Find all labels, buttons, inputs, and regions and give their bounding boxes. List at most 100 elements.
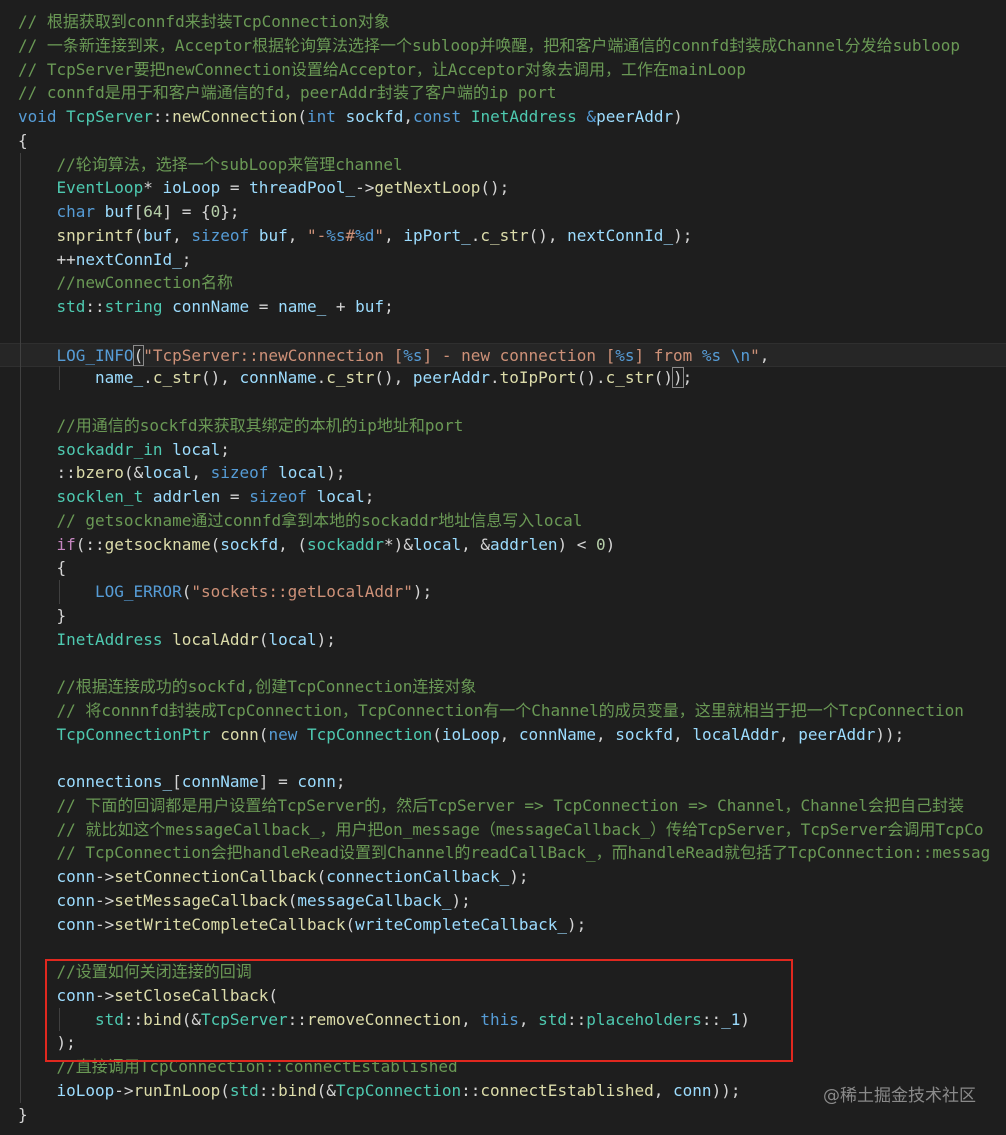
code-token: -> (114, 1080, 134, 1100)
code-line[interactable]: sockaddr_in local; (0, 438, 1006, 462)
code-line[interactable]: // 就比如这个messageCallback_，用户把on_message（m… (0, 818, 1006, 842)
code-token: toIpPort (499, 368, 577, 388)
code-token: ); (412, 582, 433, 601)
indent-guide (20, 1055, 21, 1079)
indent-guide (20, 936, 21, 960)
indent-guide (20, 508, 21, 533)
code-token: ); (567, 914, 587, 934)
code-line[interactable]: void TcpServer::newConnection(int sockfd… (0, 105, 1006, 129)
code-token: newConnection (172, 107, 298, 126)
code-line[interactable]: //轮询算法，选择一个subLoop来管理channel (0, 153, 1006, 177)
code-editor[interactable]: // 根据获取到connfd来封装TcpConnection对象 // 一条新连接… (0, 0, 1006, 1135)
code-token: ) (740, 1009, 751, 1029)
code-line[interactable]: { (0, 556, 1006, 580)
code-token: local (412, 534, 462, 554)
code-line[interactable]: // 根据获取到connfd来封装TcpConnection对象 (0, 10, 1006, 34)
code-line[interactable]: conn->setWriteCompleteCallback(writeComp… (0, 913, 1006, 937)
code-token: (), (374, 368, 413, 388)
code-line[interactable]: LOG_INFO("TcpServer::newConnection [%s] … (0, 342, 1006, 367)
code-line[interactable]: //newConnection名称 (0, 271, 1006, 295)
code-line[interactable]: //直接调用TcpConnection::connectEstablished (0, 1055, 1006, 1079)
code-line[interactable]: std::string connName = name_ + buf; (0, 295, 1006, 319)
code-token: ( (268, 985, 279, 1005)
code-token: , (287, 225, 307, 245)
code-line[interactable] (0, 319, 1006, 343)
code-line[interactable]: InetAddress localAddr(local); (0, 628, 1006, 652)
code-line[interactable]: // 将connnfd封装成TcpConnection，TcpConnectio… (0, 699, 1006, 723)
code-line[interactable]: socklen_t addrlen = sizeof local; (0, 485, 1006, 509)
code-line[interactable]: { (0, 129, 1006, 153)
code-line[interactable]: } (0, 604, 1006, 628)
indent-guide (58, 366, 60, 390)
code-comment: // getsockname通过connfd拿到本地的sockaddr地址信息写… (56, 510, 583, 530)
indent-guide (20, 651, 21, 675)
code-token: std (95, 1009, 124, 1029)
code-line[interactable]: name_.c_str(), connName.c_str(), peerAdd… (0, 366, 1006, 390)
code-token: & (586, 107, 597, 126)
watermark: @稀土掘金技术社区 (823, 1086, 976, 1106)
code-line[interactable]: TcpConnectionPtr conn(new TcpConnection(… (0, 723, 1006, 747)
code-line[interactable]: snprintf(buf, sizeof buf, "-%s#%d", ipPo… (0, 224, 1006, 248)
code-token: :: (287, 1009, 307, 1029)
code-line[interactable]: // 下面的回调都是用户设置给TcpServer的，然后TcpServer =>… (0, 794, 1006, 818)
code-token: :: (258, 1080, 279, 1100)
code-comment: //根据连接成功的sockfd,创建TcpConnection连接对象 (56, 677, 477, 696)
code-token: buf (104, 202, 134, 221)
code-line[interactable]: } (0, 1103, 1006, 1127)
code-line[interactable]: // getsockname通过connfd拿到本地的sockaddr地址信息写… (0, 509, 1006, 533)
code-line[interactable]: EventLoop* ioLoop = threadPool_->getNext… (0, 176, 1006, 200)
code-line[interactable]: //设置如何关闭连接的回调 (0, 960, 1006, 984)
code-line[interactable]: conn->setMessageCallback(messageCallback… (0, 889, 1006, 913)
code-token: sockfd (345, 107, 404, 126)
code-line[interactable] (0, 746, 1006, 770)
code-token: conn (673, 1080, 712, 1100)
code-token: ] from (634, 345, 702, 365)
code-token: LOG_INFO (56, 345, 134, 365)
code-line[interactable]: // connfd是用于和客户端通信的fd，peerAddr封装了客户端的ip … (0, 81, 1006, 105)
code-line[interactable]: // TcpServer要把newConnection设置给Acceptor，让… (0, 58, 1006, 82)
code-line[interactable]: std::bind(&TcpServer::removeConnection, … (0, 1008, 1006, 1032)
code-line[interactable]: ++nextConnId_; (0, 248, 1006, 272)
code-line[interactable]: conn->setConnectionCallback(connectionCa… (0, 865, 1006, 889)
code-token: bind (143, 1009, 182, 1029)
code-line[interactable] (0, 651, 1006, 675)
code-line[interactable]: //用通信的sockfd来获取其绑定的本机的ip地址和port (0, 414, 1006, 438)
code-token: peerAddr (798, 724, 876, 744)
code-line[interactable]: char buf[64] = {0}; (0, 200, 1006, 224)
indent-guide (20, 912, 21, 937)
code-token: std (56, 297, 86, 316)
code-line[interactable]: if(::getsockname(sockfd, (sockaddr*)&loc… (0, 533, 1006, 557)
indent-guide (20, 485, 21, 509)
code-line[interactable]: // 一条新连接到来，Acceptor根据轮询算法选择一个subloop并唤醒，… (0, 34, 1006, 58)
code-line[interactable]: // TcpConnection会把handleRead设置到Channel的r… (0, 841, 1006, 865)
code-token: sockaddr_in (56, 439, 163, 459)
code-token: %s (326, 225, 346, 245)
code-line[interactable]: connections_[connName] = conn; (0, 770, 1006, 794)
code-comment: //用通信的sockfd来获取其绑定的本机的ip地址和port (56, 415, 464, 435)
indent-guide (20, 746, 21, 770)
code-token: ); (451, 890, 471, 910)
code-token: ( (316, 867, 327, 886)
code-token: -> (95, 985, 115, 1005)
code-token: TcpConnection (335, 1080, 462, 1100)
code-line[interactable] (0, 390, 1006, 414)
code-token: socklen_t (56, 487, 144, 506)
indent-guide (20, 461, 21, 485)
code-line[interactable]: conn->setCloseCallback( (0, 984, 1006, 1008)
code-token: , (384, 225, 404, 245)
code-line[interactable]: ::bzero(&local, sizeof local); (0, 461, 1006, 485)
code-token: LOG_ERROR (95, 582, 182, 601)
code-line[interactable]: ); (0, 1031, 1006, 1055)
code-token: %s (615, 345, 635, 365)
code-line[interactable] (0, 936, 1006, 960)
code-line[interactable]: LOG_ERROR("sockets::getLocalAddr"); (0, 580, 1006, 604)
code-token: conn (297, 772, 336, 791)
code-line[interactable]: //根据连接成功的sockfd,创建TcpConnection连接对象 (0, 675, 1006, 699)
code-token: %d (355, 225, 375, 245)
code-token: name_ (95, 368, 144, 388)
code-token: c_str (480, 225, 529, 245)
indent-guide (20, 627, 21, 652)
